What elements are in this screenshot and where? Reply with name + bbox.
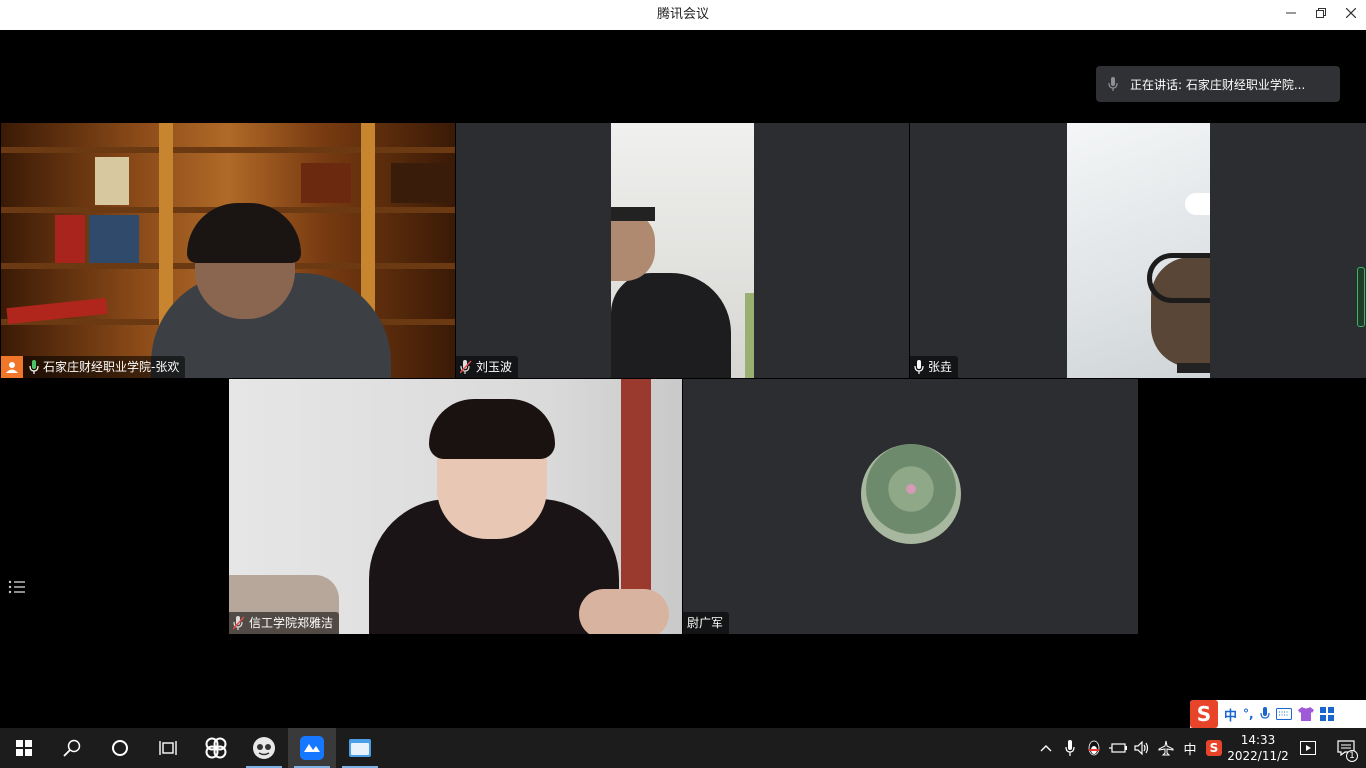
video-tile-participant-1[interactable]: 石家庄财经职业学院-张欢 bbox=[1, 123, 455, 378]
tray-sogou-ime[interactable]: S bbox=[1202, 728, 1226, 768]
video-feed bbox=[611, 123, 754, 378]
battery-plug-icon bbox=[1109, 743, 1127, 753]
video-tile-participant-5[interactable]: 尉广军 bbox=[683, 379, 1138, 634]
avatar bbox=[861, 444, 961, 544]
folder-icon bbox=[349, 739, 371, 757]
ime-voice-icon[interactable] bbox=[1259, 707, 1270, 721]
microphone-icon bbox=[1108, 77, 1118, 91]
cortana-icon bbox=[112, 740, 128, 756]
video-stage: 正在讲话: 石家庄财经职业学院... 石家庄财经职业学院-张欢 刘玉波 张垚 信… bbox=[0, 30, 1366, 728]
microphone-muted-icon bbox=[233, 616, 245, 630]
ime-keyboard-icon[interactable] bbox=[1275, 708, 1292, 720]
host-icon bbox=[6, 362, 18, 373]
participant-name: 刘玉波 bbox=[476, 360, 513, 374]
microphone-icon bbox=[914, 360, 924, 374]
speaker-icon bbox=[1134, 741, 1149, 755]
start-button[interactable] bbox=[0, 728, 48, 768]
participant-namebar: 石家庄财经职业学院-张欢 bbox=[1, 356, 186, 378]
host-badge bbox=[1, 356, 23, 378]
volume-meter bbox=[1357, 267, 1365, 327]
sogou-logo-icon[interactable]: S bbox=[1190, 700, 1218, 728]
sogou-logo-icon: S bbox=[1206, 740, 1222, 756]
cortana-button[interactable] bbox=[96, 728, 144, 768]
tencent-meeting-icon bbox=[300, 736, 324, 760]
participant-namebar: 刘玉波 bbox=[456, 356, 519, 378]
clock-date: 2022/11/2 bbox=[1227, 749, 1289, 763]
participant-namebar: 尉广军 bbox=[683, 612, 730, 634]
taskbar-app-browser[interactable] bbox=[240, 728, 288, 768]
microphone-icon bbox=[29, 360, 39, 374]
ime-punctuation-toggle[interactable]: °, bbox=[1243, 707, 1254, 721]
ime-toolbox-icon[interactable] bbox=[1319, 707, 1334, 721]
video-feed bbox=[229, 379, 682, 634]
video-feed bbox=[1, 123, 455, 378]
participant-name: 尉广军 bbox=[687, 616, 724, 630]
ime-language-toggle[interactable]: 中 bbox=[1224, 705, 1237, 724]
video-tile-participant-2[interactable]: 刘玉波 bbox=[456, 123, 909, 378]
ime-skin-icon[interactable] bbox=[1297, 707, 1314, 721]
title-bar: 腾讯会议 bbox=[0, 0, 1366, 30]
video-tile-participant-4[interactable]: 信工学院郑雅洁 bbox=[229, 379, 682, 634]
windows-logo-icon bbox=[16, 740, 32, 756]
video-tile-participant-3[interactable]: 张垚 bbox=[910, 123, 1366, 378]
browser-app-icon bbox=[253, 737, 275, 759]
qq-penguin-icon bbox=[1088, 740, 1100, 756]
taskbar-app-pinwheel[interactable] bbox=[192, 728, 240, 768]
participant-list-button[interactable] bbox=[8, 579, 30, 599]
list-icon bbox=[8, 580, 25, 594]
show-desktop-media-button[interactable] bbox=[1290, 728, 1326, 768]
airplane-mode-icon bbox=[1158, 740, 1174, 756]
task-view-icon bbox=[159, 741, 177, 755]
play-screen-icon bbox=[1300, 741, 1316, 755]
system-tray: 中 S 14:33 2022/11/2 1 bbox=[1034, 728, 1366, 768]
tray-qq[interactable] bbox=[1082, 728, 1106, 768]
ime-toolbar[interactable]: S 中 °, bbox=[1190, 700, 1366, 728]
clock-time: 14:33 bbox=[1240, 733, 1276, 747]
action-center-button[interactable]: 1 bbox=[1326, 728, 1366, 768]
participant-name: 张垚 bbox=[928, 360, 953, 374]
participant-namebar: 张垚 bbox=[910, 356, 959, 378]
window-title: 腾讯会议 bbox=[656, 7, 709, 22]
close-button[interactable] bbox=[1336, 0, 1366, 30]
close-icon bbox=[1345, 7, 1357, 19]
minimize-icon bbox=[1286, 12, 1296, 14]
tray-battery[interactable] bbox=[1106, 728, 1130, 768]
chevron-up-icon bbox=[1040, 745, 1052, 752]
tray-overflow-button[interactable] bbox=[1034, 728, 1058, 768]
participant-name: 信工学院郑雅洁 bbox=[249, 616, 334, 630]
participant-namebar: 信工学院郑雅洁 bbox=[229, 612, 340, 634]
taskbar-app-file-explorer[interactable] bbox=[336, 728, 384, 768]
microphone-muted-icon bbox=[460, 360, 472, 374]
microphone-icon bbox=[1065, 740, 1075, 756]
speaking-label: 正在讲话: 石家庄财经职业学院... bbox=[1130, 77, 1306, 92]
tray-volume[interactable] bbox=[1130, 728, 1154, 768]
tray-network[interactable] bbox=[1154, 728, 1178, 768]
restore-button[interactable] bbox=[1306, 0, 1336, 30]
system-clock[interactable]: 14:33 2022/11/2 bbox=[1226, 732, 1290, 764]
video-feed bbox=[1067, 123, 1210, 378]
participant-name: 石家庄财经职业学院-张欢 bbox=[43, 360, 180, 374]
notification-count-badge: 1 bbox=[1346, 750, 1358, 762]
search-button[interactable] bbox=[48, 728, 96, 768]
task-view-button[interactable] bbox=[144, 728, 192, 768]
speaking-indicator: 正在讲话: 石家庄财经职业学院... bbox=[1096, 66, 1340, 102]
restore-icon bbox=[1316, 8, 1326, 18]
minimize-button[interactable] bbox=[1276, 0, 1306, 30]
pinwheel-icon bbox=[205, 737, 227, 759]
tray-microphone[interactable] bbox=[1058, 728, 1082, 768]
taskbar-app-tencent-meeting[interactable] bbox=[288, 728, 336, 768]
tray-input-language[interactable]: 中 bbox=[1178, 728, 1202, 768]
taskbar: 中 S 14:33 2022/11/2 1 bbox=[0, 728, 1366, 768]
search-icon bbox=[63, 739, 81, 757]
